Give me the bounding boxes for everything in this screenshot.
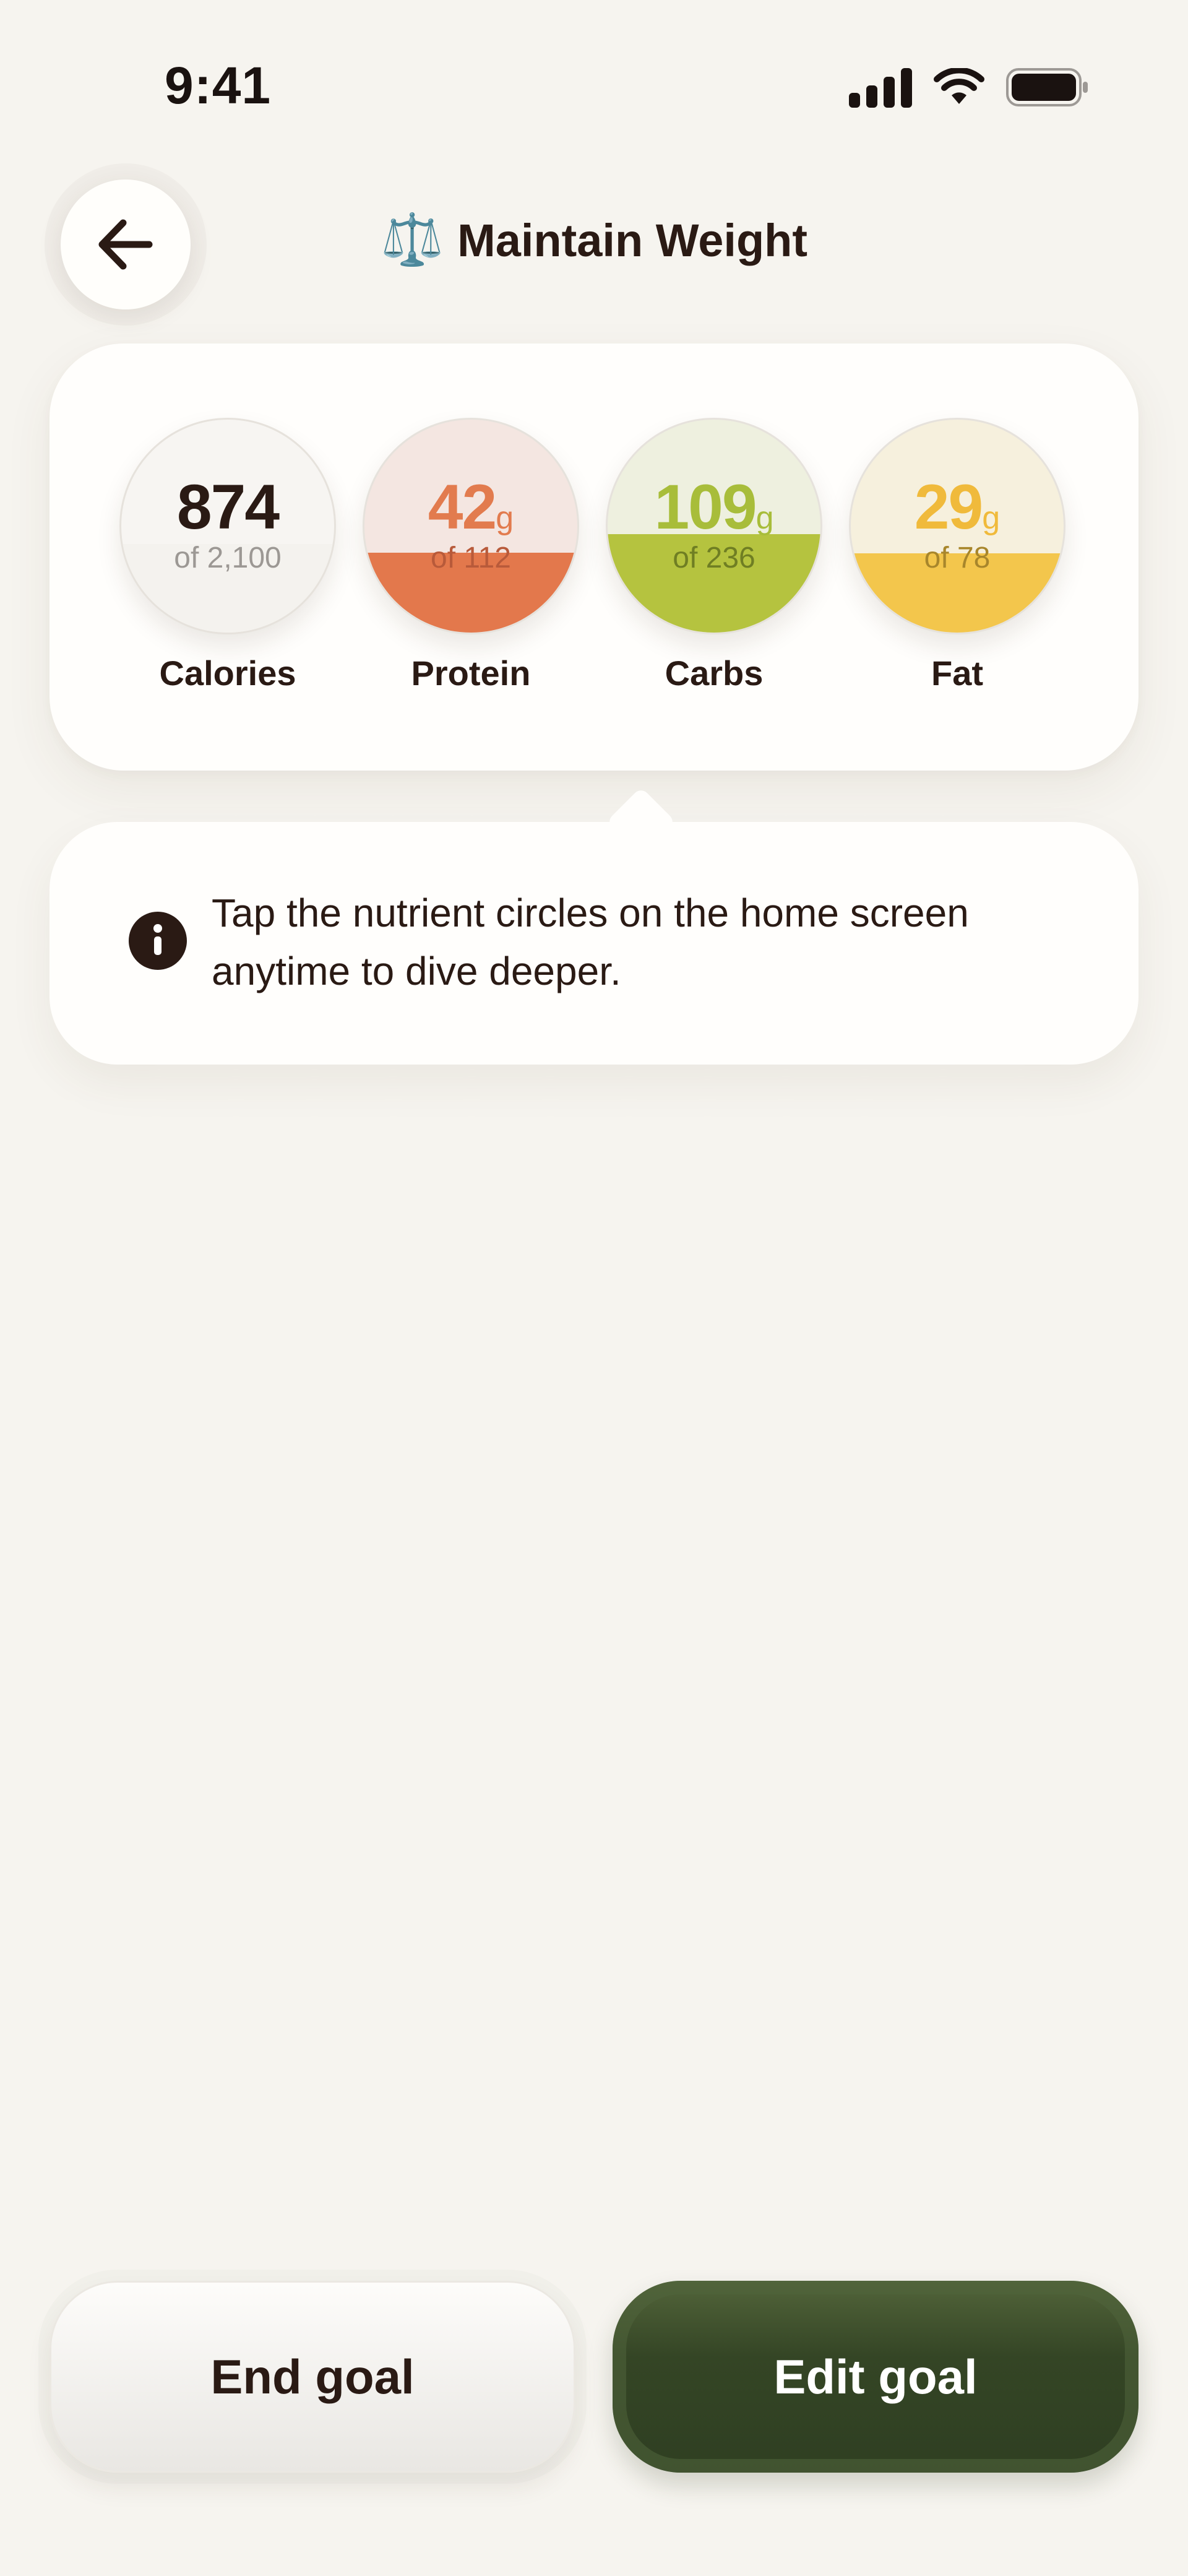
macro-circle[interactable]: 42g of 112 (363, 418, 579, 634)
status-bar: 9:41 (0, 0, 1188, 161)
tip-card: Tap the nutrient circles on the home scr… (50, 787, 1138, 1065)
macro-value: 42 (428, 472, 497, 542)
macro-circle[interactable]: 29g of 78 (849, 418, 1065, 634)
edit-goal-button[interactable]: Edit goal (613, 2281, 1138, 2473)
page-title-text: Maintain Weight (457, 214, 808, 266)
macro-fat[interactable]: 29g of 78 Fat (849, 418, 1065, 693)
macro-target: of 2,100 (174, 542, 282, 574)
macro-carbs[interactable]: 109g of 236 Carbs (606, 418, 822, 693)
status-icons (849, 67, 1089, 108)
macro-label: Fat (931, 654, 983, 693)
macro-protein[interactable]: 42g of 112 Protein (363, 418, 579, 693)
info-icon (129, 912, 187, 970)
battery-icon (1006, 68, 1088, 106)
macro-label: Calories (159, 654, 296, 693)
page-title: ⚖️ Maintain Weight (0, 210, 1188, 270)
macro-target: of 236 (673, 542, 755, 574)
macros-card: 874 of 2,100 Calories 42g of 112 Protein… (50, 344, 1138, 771)
wifi-icon (934, 68, 984, 104)
macro-value: 874 (176, 472, 280, 542)
macro-value: 109 (654, 472, 757, 542)
macro-label: Protein (411, 654, 531, 693)
macro-label: Carbs (665, 654, 764, 693)
tip-pointer (606, 787, 676, 857)
tip-text: Tap the nutrient circles on the home scr… (212, 891, 969, 993)
macro-target: of 78 (924, 542, 991, 574)
balance-scale-icon: ⚖️ (380, 212, 444, 268)
macro-value: 29 (914, 472, 983, 542)
macro-unit: g (982, 500, 1001, 536)
cellular-signal-icon (849, 67, 912, 108)
macro-circle[interactable]: 109g of 236 (606, 418, 822, 634)
status-time: 9:41 (165, 56, 272, 115)
macro-unit: g (755, 500, 774, 536)
macro-circle[interactable]: 874 of 2,100 (119, 418, 336, 634)
macro-target: of 112 (431, 542, 511, 574)
end-goal-button[interactable]: End goal (50, 2281, 575, 2473)
macro-calories[interactable]: 874 of 2,100 Calories (119, 418, 336, 693)
macro-unit: g (496, 500, 514, 536)
